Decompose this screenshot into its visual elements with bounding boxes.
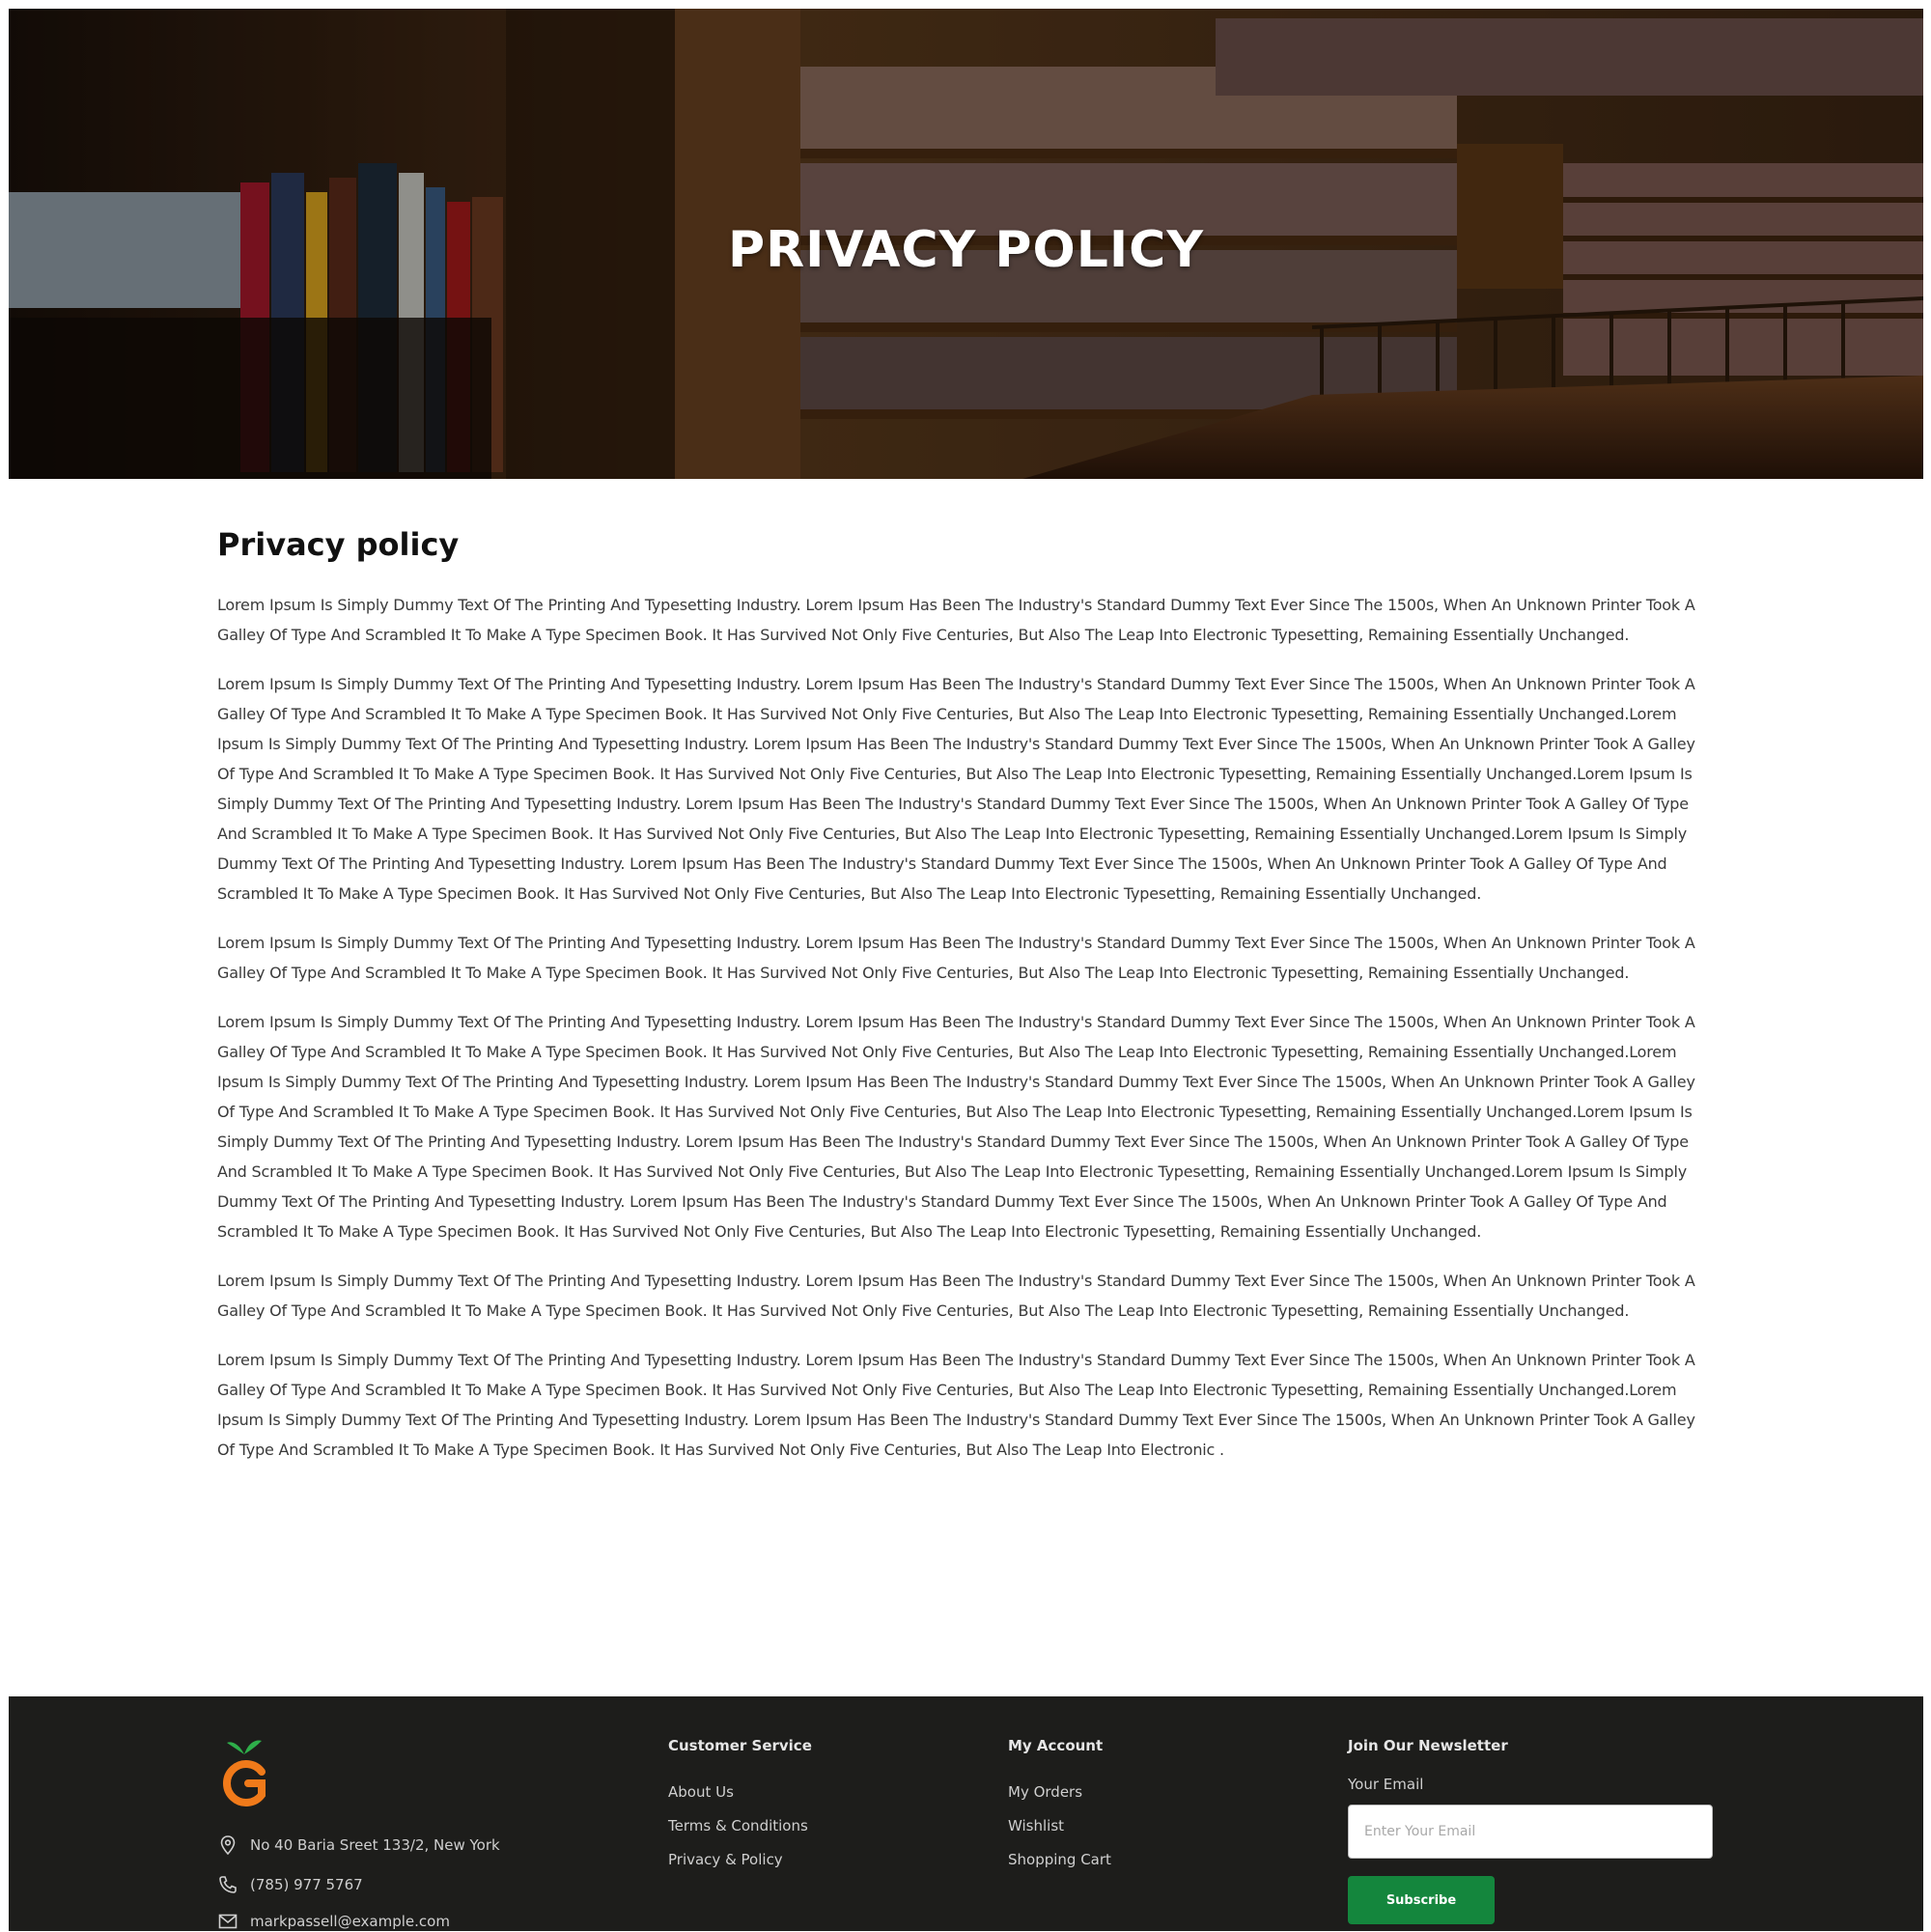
policy-paragraph: Lorem Ipsum Is Simply Dummy Text Of The … (217, 675, 1695, 903)
link-terms-conditions[interactable]: Terms & Conditions (668, 1817, 812, 1834)
subscribe-button[interactable]: Subscribe (1348, 1876, 1495, 1924)
policy-paragraph: Lorem Ipsum Is Simply Dummy Text Of The … (217, 934, 1695, 982)
mail-icon (217, 1911, 238, 1932)
link-privacy-policy[interactable]: Privacy & Policy (668, 1851, 812, 1868)
phone-icon (217, 1874, 238, 1895)
address-text: No 40 Baria Sreet 133/2, New York (250, 1836, 500, 1854)
link-my-orders[interactable]: My Orders (1008, 1783, 1111, 1801)
policy-paragraph: Lorem Ipsum Is Simply Dummy Text Of The … (217, 596, 1695, 644)
email-text[interactable]: markpassell@example.com (250, 1913, 450, 1930)
brand-logo[interactable] (217, 1737, 271, 1808)
contact-address: No 40 Baria Sreet 133/2, New York (217, 1834, 500, 1856)
right-frame (1923, 9, 1931, 1931)
newsletter-email-input[interactable] (1348, 1805, 1713, 1859)
phone-text[interactable]: (785) 977 5767 (250, 1876, 363, 1893)
page-heading: Privacy policy (217, 526, 460, 563)
customer-service-title: Customer Service (668, 1737, 812, 1754)
policy-paragraph: Lorem Ipsum Is Simply Dummy Text Of The … (217, 1272, 1695, 1320)
my-account-title: My Account (1008, 1737, 1104, 1754)
my-account-column: My Account My Orders Wishlist Shopping C… (1008, 1737, 1111, 1885)
contact-phone: (785) 977 5767 (217, 1874, 363, 1895)
policy-content: Privacy policy Lorem Ipsum Is Simply Dum… (217, 526, 1709, 1484)
hero-banner: PRIVACY POLICY (9, 9, 1923, 479)
newsletter-column: Join Our Newsletter Your Email Subscribe (1348, 1737, 1713, 1924)
email-label: Your Email (1348, 1776, 1424, 1793)
newsletter-title: Join Our Newsletter (1348, 1737, 1508, 1754)
hero-title: PRIVACY POLICY (728, 221, 1204, 279)
policy-paragraph: Lorem Ipsum Is Simply Dummy Text Of The … (217, 1351, 1695, 1459)
link-about-us[interactable]: About Us (668, 1783, 812, 1801)
left-frame (0, 9, 9, 1931)
link-wishlist[interactable]: Wishlist (1008, 1817, 1111, 1834)
location-pin-icon (217, 1834, 238, 1856)
link-shopping-cart[interactable]: Shopping Cart (1008, 1851, 1111, 1868)
contact-email: markpassell@example.com (217, 1911, 450, 1932)
policy-paragraph: Lorem Ipsum Is Simply Dummy Text Of The … (217, 1013, 1695, 1241)
customer-service-column: Customer Service About Us Terms & Condit… (668, 1737, 812, 1885)
site-footer: No 40 Baria Sreet 133/2, New York (785) … (9, 1696, 1923, 1931)
